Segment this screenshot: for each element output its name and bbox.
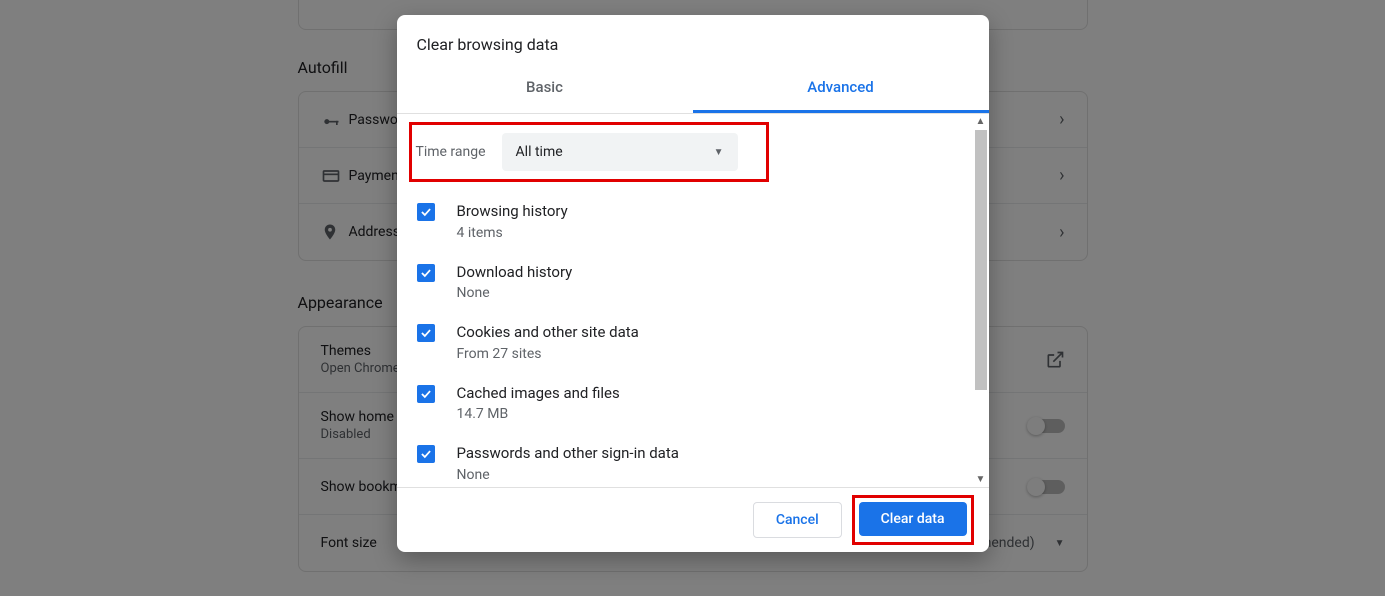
item-browsing-history[interactable]: Browsing history 4 items	[413, 190, 973, 251]
item-cache[interactable]: Cached images and files 14.7 MB	[413, 372, 973, 433]
dialog-tabs: Basic Advanced	[397, 66, 989, 114]
dialog-title: Clear browsing data	[397, 15, 989, 66]
checkbox[interactable]	[417, 324, 435, 342]
check-title: Download history	[457, 261, 973, 284]
dialog-scroll-area[interactable]: Time range All time ▼ Browsing history 4…	[397, 114, 989, 487]
time-range-row: Time range All time ▼	[409, 122, 769, 182]
chevron-down-icon: ▼	[714, 147, 724, 158]
checkbox[interactable]	[417, 445, 435, 463]
item-passwords[interactable]: Passwords and other sign-in data None	[413, 432, 973, 487]
time-range-value: All time	[516, 144, 563, 160]
time-range-label: Time range	[416, 144, 486, 160]
item-cookies[interactable]: Cookies and other site data From 27 site…	[413, 311, 973, 372]
check-title: Passwords and other sign-in data	[457, 442, 973, 465]
time-range-select[interactable]: All time ▼	[502, 133, 738, 171]
clear-browsing-dialog: Clear browsing data Basic Advanced Time …	[397, 15, 989, 552]
item-download-history[interactable]: Download history None	[413, 251, 973, 312]
check-sub: 4 items	[457, 225, 973, 241]
check-title: Cached images and files	[457, 382, 973, 405]
check-title: Browsing history	[457, 200, 973, 223]
checkbox[interactable]	[417, 264, 435, 282]
check-sub: From 27 sites	[457, 346, 973, 362]
check-sub: None	[457, 285, 973, 301]
check-sub: None	[457, 467, 973, 483]
check-sub: 14.7 MB	[457, 406, 973, 422]
tab-advanced[interactable]: Advanced	[693, 66, 989, 113]
tab-basic[interactable]: Basic	[397, 66, 693, 113]
dialog-footer: Cancel Clear data	[397, 487, 989, 552]
clear-data-highlight: Clear data	[852, 495, 974, 545]
checkbox[interactable]	[417, 385, 435, 403]
checkbox[interactable]	[417, 203, 435, 221]
cancel-button[interactable]: Cancel	[753, 502, 842, 538]
check-title: Cookies and other site data	[457, 321, 973, 344]
clear-data-button[interactable]: Clear data	[859, 502, 967, 536]
